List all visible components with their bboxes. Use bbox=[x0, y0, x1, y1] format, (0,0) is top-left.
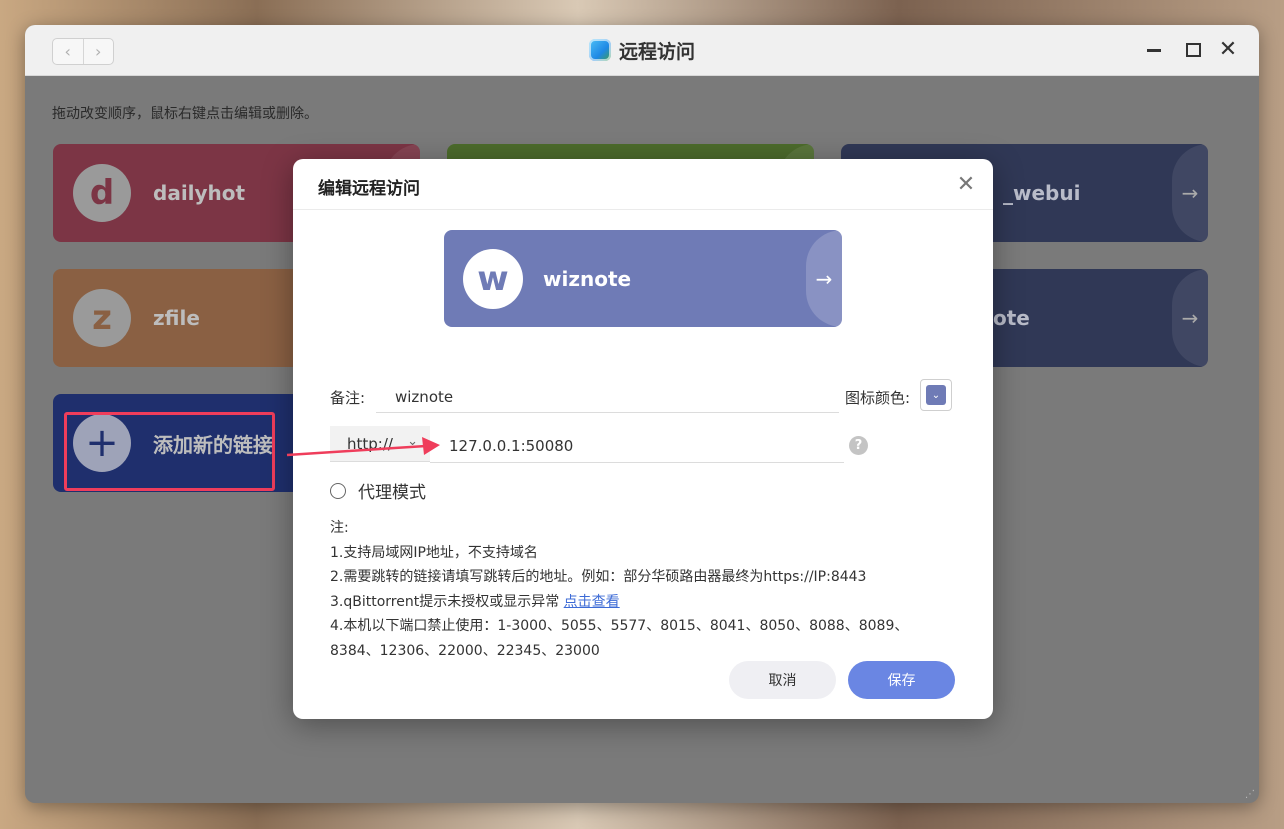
proxy-mode-label: 代理模式 bbox=[358, 483, 426, 503]
card-avatar: d bbox=[73, 164, 131, 222]
remark-label: 备注: bbox=[330, 389, 366, 407]
open-arrow-icon[interactable]: → bbox=[1172, 144, 1208, 242]
close-icon: ✕ bbox=[1218, 37, 1238, 62]
card-label: 添加新的链接 bbox=[153, 432, 273, 457]
chevron-down-icon: ⌄ bbox=[926, 385, 946, 405]
save-button[interactable]: 保存 bbox=[848, 661, 955, 699]
icon-color-label: 图标颜色: bbox=[845, 389, 911, 407]
note-line: 1.支持局域网IP地址，不支持域名 bbox=[330, 544, 538, 561]
resize-grip-icon[interactable]: ⋰ bbox=[1245, 789, 1255, 800]
notes-block: 注: 1.支持局域网IP地址，不支持域名 2.需要跳转的链接请填写跳转后的地址。… bbox=[330, 516, 960, 663]
preview-label: wiznote bbox=[543, 266, 632, 291]
add-icon: + bbox=[73, 414, 131, 472]
link-preview-card: w wiznote → bbox=[444, 230, 842, 327]
open-arrow-icon[interactable]: → bbox=[1172, 269, 1208, 367]
title-bar: ‹ › 远程访问 ✕ bbox=[25, 25, 1259, 76]
minimize-icon bbox=[1147, 48, 1161, 52]
plus-icon: + bbox=[85, 420, 119, 466]
dialog-title: 编辑远程访问 bbox=[318, 179, 420, 199]
preview-avatar-letter: w bbox=[477, 258, 509, 299]
view-details-link[interactable]: 点击查看 bbox=[564, 594, 620, 610]
remark-input[interactable] bbox=[376, 381, 839, 413]
note-line: 3.qBittorrent提示未授权或显示异常 bbox=[330, 593, 560, 610]
protocol-value: http:// bbox=[347, 434, 393, 453]
remote-access-app-icon bbox=[588, 39, 611, 61]
cancel-button[interactable]: 取消 bbox=[729, 661, 836, 699]
card-label: zfile bbox=[153, 306, 200, 330]
open-arrow-icon: → bbox=[806, 230, 842, 327]
icon-color-picker[interactable]: ⌄ bbox=[920, 379, 952, 411]
card-label: ote bbox=[993, 306, 1030, 330]
help-icon[interactable]: ? bbox=[849, 436, 868, 455]
edit-remote-access-dialog: 编辑远程访问 ✕ w wiznote → 备注: 图标颜色: ⌄ http://… bbox=[293, 159, 993, 719]
dialog-header: 编辑远程访问 ✕ bbox=[293, 159, 993, 210]
minimize-button[interactable] bbox=[1142, 38, 1166, 62]
card-label: dailyhot bbox=[153, 181, 246, 205]
note-line: 2.需要跳转的链接请填写跳转后的地址。例如：部分华硕路由器最终为https://… bbox=[330, 569, 867, 585]
protocol-select[interactable]: http:// ⌄ bbox=[330, 426, 430, 462]
preview-avatar: w bbox=[463, 248, 523, 309]
proxy-mode-radio[interactable] bbox=[330, 482, 346, 499]
card-avatar-letter: z bbox=[92, 298, 112, 338]
card-avatar: z bbox=[73, 289, 131, 347]
card-avatar-letter: d bbox=[89, 173, 115, 213]
note-line: 4.本机以下端口禁止使用：1-3000、5055、5577、8015、8041、… bbox=[330, 618, 909, 634]
window-close-button[interactable]: ✕ bbox=[1216, 38, 1240, 62]
maximize-icon bbox=[1185, 43, 1201, 57]
note-line: 8384、12306、22000、22345、23000 bbox=[330, 642, 600, 659]
instruction-text: 拖动改变顺序，鼠标右键点击编辑或删除。 bbox=[52, 106, 318, 122]
maximize-button[interactable] bbox=[1181, 38, 1205, 62]
note-line-with-link: 3.qBittorrent提示未授权或显示异常 点击查看 bbox=[330, 590, 960, 615]
dialog-close-button[interactable]: ✕ bbox=[953, 171, 979, 197]
card-label: _webui bbox=[1003, 181, 1081, 205]
window-title-group: 远程访问 bbox=[25, 25, 1259, 75]
address-input[interactable] bbox=[430, 429, 844, 463]
chevron-down-icon: ⌄ bbox=[407, 434, 418, 449]
close-icon: ✕ bbox=[956, 171, 976, 197]
notes-title: 注: bbox=[330, 520, 349, 536]
window-title: 远程访问 bbox=[618, 40, 695, 63]
proxy-mode-option[interactable]: 代理模式 bbox=[330, 478, 426, 503]
